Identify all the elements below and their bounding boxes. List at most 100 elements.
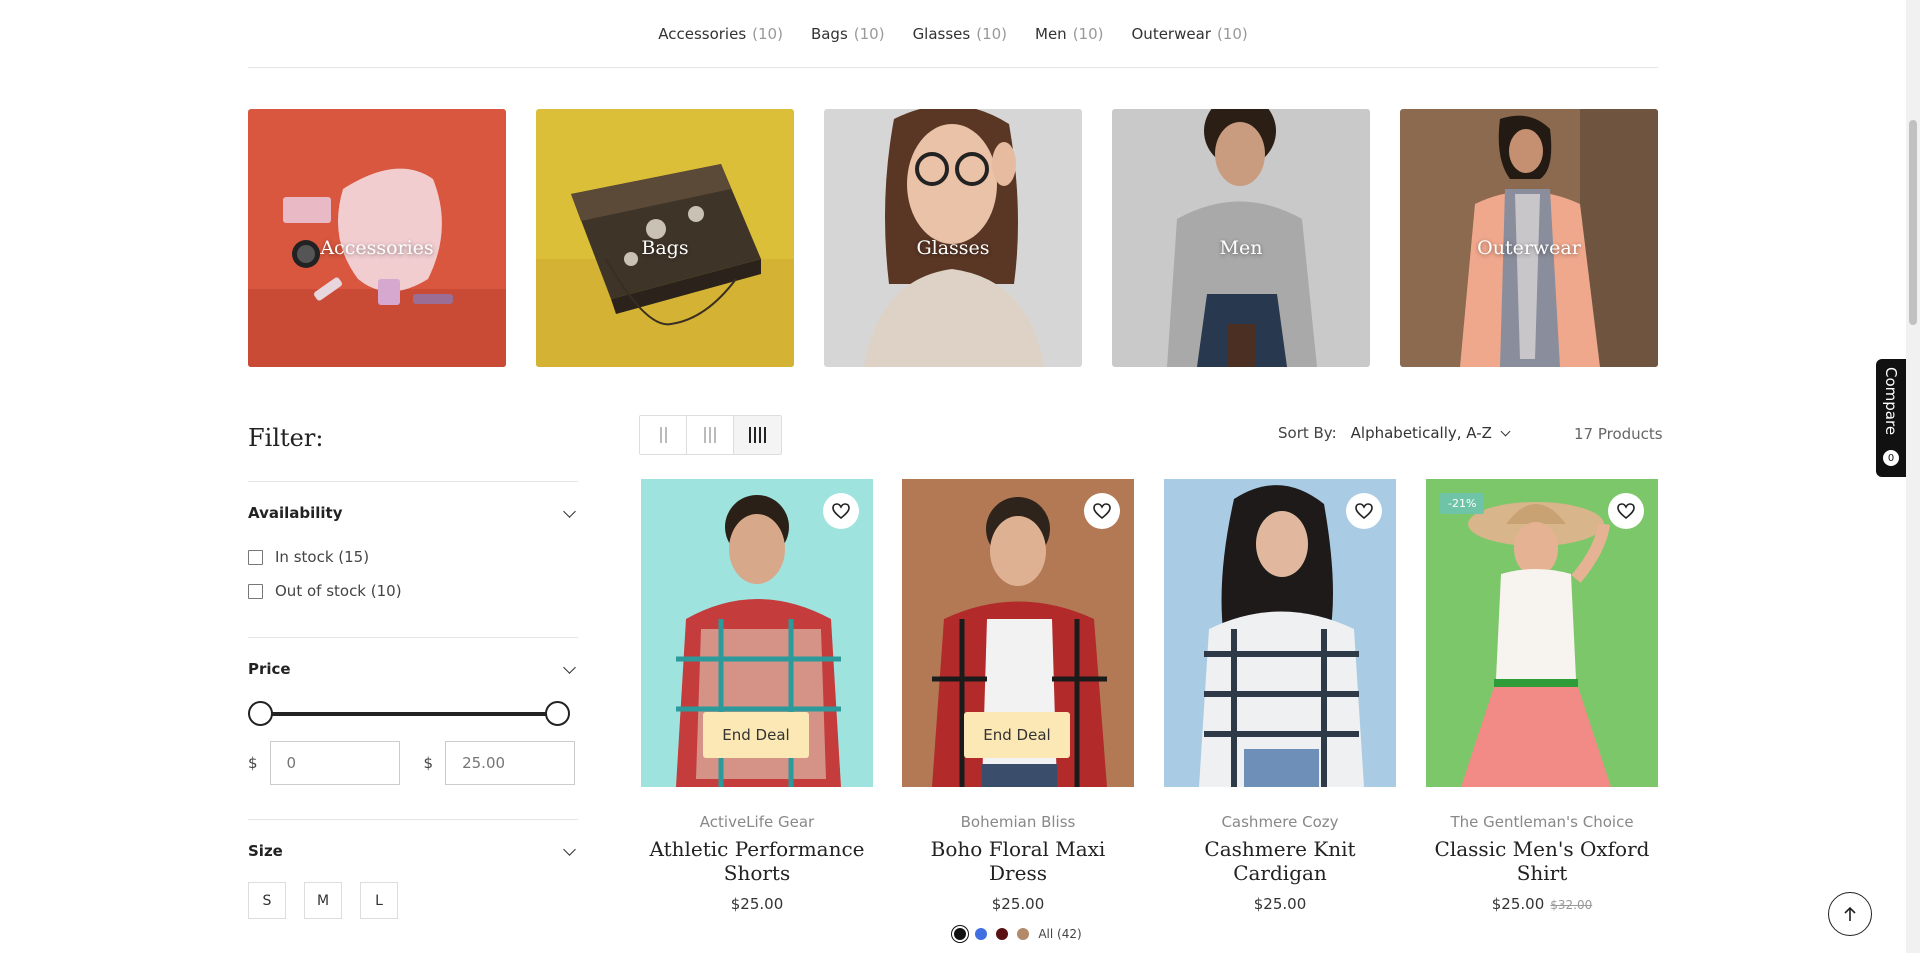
price-inputs: $ $ [248, 741, 576, 785]
product-image[interactable]: End Deal [641, 479, 873, 787]
product-card: -21% The Gentleman's Choice Classic Men'… [1426, 479, 1658, 913]
end-deal-badge[interactable]: End Deal [964, 712, 1070, 758]
product-card: Cashmere Cozy Cashmere Knit Cardigan $25… [1164, 479, 1396, 913]
sort-select[interactable]: Alphabetically, A-Z [1351, 424, 1513, 442]
category-tile-accessories[interactable]: Accessories [248, 109, 506, 367]
price-value: $25.00 [1253, 895, 1307, 913]
product-price: $25.00 [641, 895, 873, 913]
size-option-s[interactable]: S [248, 882, 286, 919]
product-card: End Deal Bohemian Bliss Boho Floral Maxi… [902, 479, 1134, 941]
out-of-stock-label: Out of stock (10) [275, 582, 402, 600]
category-link-glasses[interactable]: Glasses (10) [913, 25, 1007, 43]
product-name[interactable]: Athletic Performance Shorts [641, 837, 873, 885]
scrollbar[interactable] [1906, 0, 1920, 953]
heart-icon [1355, 503, 1373, 519]
all-colors-link[interactable]: All (42) [1038, 927, 1081, 941]
price-max-input[interactable] [445, 741, 576, 785]
category-link-label: Outerwear [1131, 24, 1211, 43]
tile-label: Men [1219, 237, 1263, 259]
category-tiles: Accessories Bags Glasses Men Outerwear [248, 109, 1658, 367]
availability-section: Availability In stock (15) Out of stock … [248, 481, 578, 637]
category-link-bags[interactable]: Bags (10) [811, 25, 885, 43]
product-name[interactable]: Classic Men's Oxford Shirt [1426, 837, 1658, 885]
category-link-label: Bags [810, 24, 848, 43]
slider-max-handle[interactable] [545, 701, 570, 726]
product-brand: Cashmere Cozy [1221, 813, 1339, 831]
swatch-tan[interactable] [1017, 928, 1030, 940]
category-link-count: (10) [1072, 24, 1104, 43]
chevron-down-icon [563, 504, 576, 518]
checkbox-box[interactable] [248, 583, 263, 599]
in-stock-label: In stock (15) [275, 548, 370, 566]
size-toggle[interactable]: Size [248, 842, 578, 860]
product-price: $25.00 $32.00 [1426, 895, 1658, 913]
back-to-top-button[interactable] [1828, 892, 1872, 936]
chevron-down-icon [563, 660, 576, 674]
price-min-input[interactable] [269, 741, 400, 785]
category-link-accessories[interactable]: Accessories (10) [658, 25, 783, 43]
category-link-count: (10) [1216, 24, 1248, 43]
heart-icon [1617, 503, 1635, 519]
category-tile-glasses[interactable]: Glasses [824, 109, 1082, 367]
grid-3-columns-icon[interactable] [687, 416, 734, 454]
slider-track [260, 712, 558, 716]
chevron-down-icon [563, 842, 576, 856]
category-link-men[interactable]: Men (10) [1035, 25, 1103, 43]
out-of-stock-checkbox[interactable]: Out of stock (10) [248, 582, 578, 600]
price-value: $25.00 [1491, 895, 1545, 913]
sort-control: Sort By: Alphabetically, A-Z [1278, 424, 1513, 442]
wishlist-button[interactable] [1084, 493, 1120, 529]
category-tile-men[interactable]: Men [1112, 109, 1370, 367]
currency-symbol: $ [423, 754, 434, 772]
category-tile-bags[interactable]: Bags [536, 109, 794, 367]
product-image[interactable]: -21% [1426, 479, 1658, 787]
size-option-m[interactable]: M [304, 882, 342, 919]
wishlist-button[interactable] [1346, 493, 1382, 529]
wishlist-button[interactable] [1608, 493, 1644, 529]
grid-2-columns-icon[interactable] [640, 416, 687, 454]
swatch-black[interactable] [954, 928, 967, 940]
availability-toggle[interactable]: Availability [248, 504, 578, 522]
category-link-outerwear[interactable]: Outerwear (10) [1132, 25, 1248, 43]
product-card: End Deal ActiveLife Gear Athletic Perfor… [641, 479, 873, 913]
arrow-up-icon [1844, 906, 1856, 921]
price-heading: Price [248, 660, 291, 678]
sort-value: Alphabetically, A-Z [1350, 424, 1492, 442]
category-tile-outerwear[interactable]: Outerwear [1400, 109, 1658, 367]
product-image[interactable]: End Deal [902, 479, 1134, 787]
category-link-count: (10) [853, 24, 885, 43]
slider-min-handle[interactable] [248, 701, 273, 726]
category-link-label: Glasses [912, 24, 971, 43]
price-value: $25.00 [991, 895, 1045, 913]
tile-label: Glasses [916, 237, 990, 259]
category-link-label: Men [1035, 24, 1067, 43]
availability-heading: Availability [248, 504, 343, 522]
compare-label: Compare [1882, 367, 1900, 436]
price-toggle[interactable]: Price [248, 660, 578, 678]
product-price: $25.00 [902, 895, 1134, 913]
grid-4-columns-icon[interactable] [734, 416, 781, 454]
product-name[interactable]: Boho Floral Maxi Dress [902, 837, 1134, 885]
category-link-count: (10) [752, 24, 783, 43]
swatch-maroon[interactable] [996, 928, 1009, 940]
size-options: S M L [248, 882, 398, 919]
heart-icon [1093, 503, 1111, 519]
wishlist-button[interactable] [823, 493, 859, 529]
tile-label: Bags [641, 237, 689, 259]
scrollbar-thumb[interactable] [1909, 120, 1917, 325]
checkbox-box[interactable] [248, 549, 263, 565]
product-brand: Bohemian Bliss [960, 813, 1076, 831]
collection-page: Accessories (10) Bags (10) Glasses (10) Men… [0, 0, 1920, 953]
end-deal-badge[interactable]: End Deal [703, 712, 809, 758]
price-section: Price [248, 637, 578, 819]
compare-tab[interactable]: Compare 0 [1876, 359, 1906, 477]
product-price: $25.00 [1164, 895, 1396, 913]
size-option-l[interactable]: L [360, 882, 398, 919]
tile-label: Outerwear [1477, 237, 1581, 259]
in-stock-checkbox[interactable]: In stock (15) [248, 548, 578, 566]
swatch-blue[interactable] [975, 928, 988, 940]
product-image[interactable] [1164, 479, 1396, 787]
price-range-slider[interactable] [248, 701, 570, 727]
product-name[interactable]: Cashmere Knit Cardigan [1164, 837, 1396, 885]
category-link-count: (10) [976, 24, 1008, 43]
